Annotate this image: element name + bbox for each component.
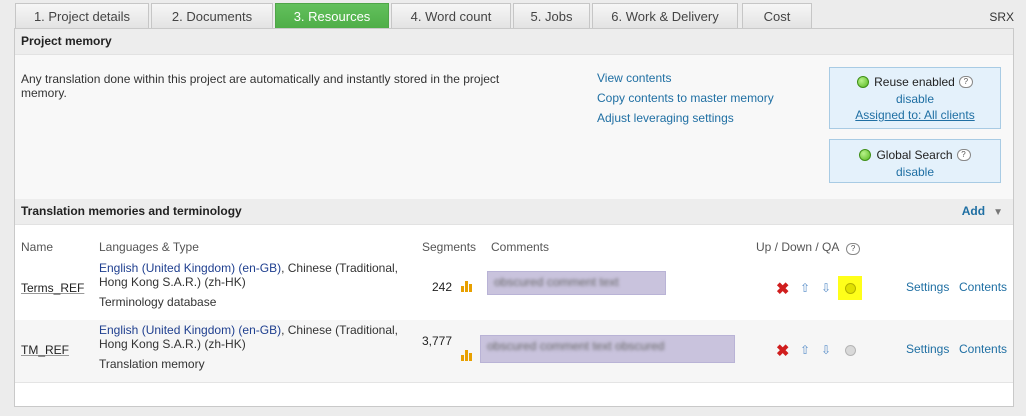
target-language: , Chinese (Traditional,: [281, 323, 399, 337]
remove-icon[interactable]: ✖: [776, 279, 789, 299]
tab-documents[interactable]: 2. Documents: [151, 3, 273, 28]
table-row: TM_REF English (United Kingdom) (en-GB),…: [15, 320, 1013, 383]
target-language: , Chinese (Traditional,: [281, 261, 399, 275]
tm-section-title: Translation memories and terminology: [21, 204, 242, 218]
help-icon[interactable]: ?: [958, 76, 973, 88]
status-green-icon: [857, 76, 870, 88]
help-icon[interactable]: ?: [956, 149, 971, 161]
tm-section-header: Translation memories and terminology Add…: [15, 199, 1013, 225]
tab-project-details[interactable]: 1. Project details: [15, 3, 149, 28]
contents-link[interactable]: Contents: [959, 280, 1007, 294]
add-label[interactable]: Add: [962, 204, 985, 218]
tab-resources[interactable]: 3. Resources: [275, 3, 389, 28]
project-memory-description: Any translation done within this project…: [21, 72, 500, 100]
tab-word-count[interactable]: 4. Word count: [391, 3, 511, 28]
comment-field: obscured comment text: [487, 271, 666, 295]
move-up-icon[interactable]: ⇧: [800, 281, 810, 295]
tab-jobs[interactable]: 5. Jobs: [513, 3, 590, 28]
tm-languages: English (United Kingdom) (en-GB), Chines…: [99, 261, 429, 289]
reuse-disable-link[interactable]: disable: [830, 91, 1000, 107]
reuse-enabled-label: Reuse enabled: [874, 75, 955, 89]
target-language-cont: Hong Kong S.A.R.) (zh-HK): [99, 275, 246, 289]
global-search-box: Global Search ? disable: [829, 139, 1001, 183]
table-row: Terms_REF English (United Kingdom) (en-G…: [15, 258, 1013, 321]
comment-field: obscured comment text obscured: [480, 335, 735, 363]
resources-panel: Project memory Any translation done with…: [14, 28, 1014, 407]
copy-to-master-link[interactable]: Copy contents to master memory: [597, 91, 774, 111]
contents-link[interactable]: Contents: [959, 342, 1007, 356]
target-language-cont: Hong Kong S.A.R.) (zh-HK): [99, 337, 246, 351]
move-down-icon[interactable]: ⇩: [821, 343, 831, 357]
col-updown-label: Up / Down / QA: [756, 240, 839, 254]
tm-name-link[interactable]: Terms_REF: [21, 281, 84, 295]
help-icon[interactable]: ?: [846, 243, 861, 255]
chevron-down-icon[interactable]: ▼: [993, 207, 1003, 218]
status-green-icon: [859, 149, 872, 161]
global-search-label: Global Search: [876, 148, 953, 162]
move-down-icon[interactable]: ⇩: [821, 281, 831, 295]
global-search-row: Global Search ?: [830, 146, 1000, 164]
qa-status-icon[interactable]: [845, 283, 856, 294]
comment-text: obscured comment text obscured: [487, 339, 665, 353]
global-search-disable-link[interactable]: disable: [830, 164, 1000, 180]
tab-bar: 1. Project details 2. Documents 3. Resou…: [15, 3, 814, 29]
assigned-clients-link[interactable]: Assigned to: All clients: [830, 107, 1000, 123]
adjust-leveraging-link[interactable]: Adjust leveraging settings: [597, 111, 774, 131]
tab-cost[interactable]: Cost: [742, 3, 812, 28]
tab-work-delivery[interactable]: 6. Work & Delivery: [592, 3, 738, 28]
project-memory-body: Any translation done within this project…: [15, 55, 1013, 199]
move-up-icon[interactable]: ⇧: [800, 343, 810, 357]
source-language: English (United Kingdom) (en-GB): [99, 261, 282, 275]
tm-table-header: Name Languages & Type Segments Comments …: [15, 232, 1013, 259]
project-memory-header: Project memory: [15, 29, 1013, 55]
project-memory-title: Project memory: [21, 34, 112, 48]
tm-name-link[interactable]: TM_REF: [21, 343, 69, 357]
settings-link[interactable]: Settings: [906, 280, 949, 294]
col-name: Name: [21, 240, 54, 254]
col-segments: Segments: [422, 240, 477, 254]
project-memory-links: View contents Copy contents to master me…: [597, 71, 774, 131]
source-language: English (United Kingdom) (en-GB): [99, 323, 282, 337]
comment-text: obscured comment text: [494, 275, 619, 289]
reuse-status-row: Reuse enabled ?: [830, 73, 1000, 91]
reuse-status-box: Reuse enabled ? disable Assigned to: All…: [829, 67, 1001, 129]
col-languages: Languages & Type: [99, 240, 199, 254]
add-menu[interactable]: Add ▼: [962, 199, 1003, 224]
statistics-icon[interactable]: [461, 349, 475, 361]
srx-label: SRX: [989, 10, 1014, 24]
statistics-icon[interactable]: [461, 280, 475, 292]
view-contents-link[interactable]: View contents: [597, 71, 774, 91]
remove-icon[interactable]: ✖: [776, 341, 789, 361]
tm-type: Terminology database: [99, 295, 217, 309]
tm-languages: English (United Kingdom) (en-GB), Chines…: [99, 323, 429, 351]
qa-status-icon[interactable]: [845, 345, 856, 356]
tm-type: Translation memory: [99, 357, 205, 371]
col-comments: Comments: [491, 240, 550, 254]
segment-count: 3,777: [421, 334, 452, 348]
segment-count: 242: [431, 280, 452, 294]
settings-link[interactable]: Settings: [906, 342, 949, 356]
col-updown-qa: Up / Down / QA ?: [756, 240, 861, 255]
